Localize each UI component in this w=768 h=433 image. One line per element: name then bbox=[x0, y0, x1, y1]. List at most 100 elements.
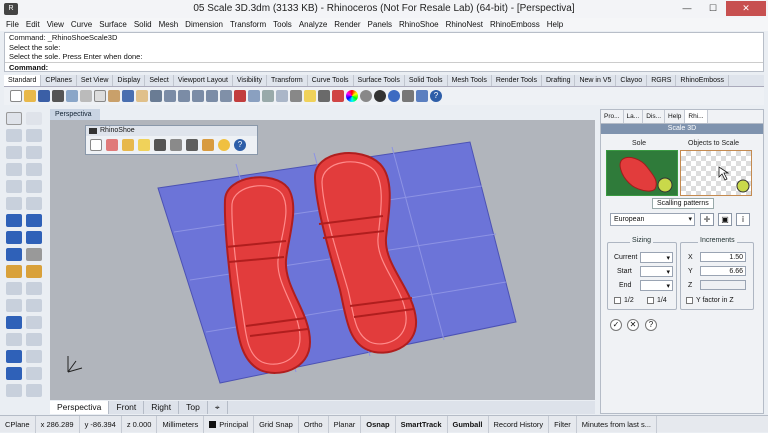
tab-surface-tools[interactable]: Surface Tools bbox=[354, 75, 405, 86]
status-osnap[interactable]: Osnap bbox=[361, 415, 396, 433]
menu-surface[interactable]: Surface bbox=[99, 18, 127, 31]
history-icon[interactable] bbox=[26, 384, 42, 397]
menu-render[interactable]: Render bbox=[334, 18, 360, 31]
rhinoshoe-last-icon[interactable] bbox=[90, 139, 102, 151]
cplane-icon[interactable] bbox=[248, 90, 260, 102]
solid-sphere-icon[interactable] bbox=[26, 231, 42, 244]
ok-check-button[interactable]: ✓ bbox=[610, 319, 622, 331]
import-icon[interactable] bbox=[66, 90, 78, 102]
status-cplane[interactable]: CPlane bbox=[0, 415, 36, 433]
current-size-select[interactable] bbox=[640, 252, 673, 264]
insole-icon[interactable] bbox=[122, 139, 134, 151]
rectangle-icon[interactable] bbox=[26, 163, 42, 176]
zoom-selected-icon[interactable] bbox=[206, 90, 218, 102]
quarter-size-checkbox[interactable] bbox=[647, 297, 654, 304]
half-size-checkbox[interactable] bbox=[614, 297, 621, 304]
scale-3d-icon[interactable] bbox=[218, 139, 230, 151]
tab-top[interactable]: Top bbox=[179, 401, 208, 414]
menu-dimension[interactable]: Dimension bbox=[185, 18, 223, 31]
options-icon[interactable] bbox=[416, 90, 428, 102]
panel-tab-properties[interactable]: Pro... bbox=[601, 110, 624, 123]
menu-file[interactable]: File bbox=[6, 18, 19, 31]
save-pattern-button[interactable]: ▣ bbox=[718, 213, 732, 226]
pattern-icon[interactable] bbox=[170, 139, 182, 151]
properties-icon[interactable] bbox=[332, 90, 344, 102]
status-units[interactable]: Millimeters bbox=[157, 415, 205, 433]
pick-point-button[interactable]: ✛ bbox=[700, 213, 714, 226]
osnap-icon[interactable] bbox=[262, 90, 274, 102]
rhinoshoe-help-icon[interactable]: ? bbox=[234, 139, 246, 151]
grade-icon[interactable] bbox=[186, 139, 198, 151]
close-button[interactable]: ✕ bbox=[726, 1, 766, 16]
tab-rgrs[interactable]: RGRS bbox=[647, 75, 677, 86]
select-icon[interactable] bbox=[276, 90, 288, 102]
freeform-icon[interactable] bbox=[26, 180, 42, 193]
shaded-sphere-icon[interactable] bbox=[360, 90, 372, 102]
array-icon[interactable] bbox=[26, 333, 42, 346]
open-folder-icon[interactable] bbox=[24, 90, 36, 102]
mesh-icon[interactable] bbox=[6, 248, 22, 261]
menu-edit[interactable]: Edit bbox=[26, 18, 40, 31]
y-factor-in-z-checkbox[interactable] bbox=[686, 297, 693, 304]
menu-tools[interactable]: Tools bbox=[273, 18, 292, 31]
status-grid-snap[interactable]: Grid Snap bbox=[254, 415, 299, 433]
polyline-icon[interactable] bbox=[6, 129, 22, 142]
dimension-icon[interactable] bbox=[6, 350, 22, 363]
cancel-x-button[interactable]: ✕ bbox=[627, 319, 639, 331]
status-filter[interactable]: Filter bbox=[549, 415, 577, 433]
split-icon[interactable] bbox=[6, 282, 22, 295]
lock-icon[interactable] bbox=[318, 90, 330, 102]
boolean-icon[interactable] bbox=[26, 248, 42, 261]
copy-object-icon[interactable] bbox=[26, 299, 42, 312]
help-icon[interactable]: ? bbox=[430, 90, 442, 102]
move-icon[interactable] bbox=[6, 299, 22, 312]
mirror-icon[interactable] bbox=[6, 333, 22, 346]
status-record-history[interactable]: Record History bbox=[489, 415, 550, 433]
polygon-icon[interactable] bbox=[6, 180, 22, 193]
panel-tab-rhinoshoe[interactable]: Rhi... bbox=[685, 110, 708, 123]
rhinoshoe-toolbar-title[interactable]: RhinoShoe bbox=[86, 126, 257, 136]
perspective-viewport[interactable] bbox=[50, 120, 595, 400]
panel-help-button[interactable]: ? bbox=[645, 319, 657, 331]
rotate-view-icon[interactable] bbox=[150, 90, 162, 102]
tab-rhinoemboss[interactable]: RhinoEmboss bbox=[676, 75, 729, 86]
add-viewport-tab-button[interactable]: ⌖ bbox=[208, 401, 228, 414]
point-icon[interactable] bbox=[26, 112, 42, 125]
tab-drafting[interactable]: Drafting bbox=[542, 75, 576, 86]
objects-to-scale-preview[interactable] bbox=[680, 150, 752, 196]
tab-render-tools[interactable]: Render Tools bbox=[492, 75, 542, 86]
shoe-last-icon[interactable] bbox=[106, 139, 118, 151]
new-file-icon[interactable] bbox=[10, 90, 22, 102]
tab-cplanes[interactable]: CPlanes bbox=[41, 75, 77, 86]
material-icon[interactable] bbox=[402, 90, 414, 102]
panel-tab-display[interactable]: Dis... bbox=[643, 110, 666, 123]
panel-tab-help[interactable]: Help bbox=[665, 110, 686, 123]
x-increment-input[interactable]: 1.50 bbox=[700, 252, 746, 262]
tab-perspectiva[interactable]: Perspectiva bbox=[50, 401, 110, 414]
command-prompt-input[interactable]: Command: bbox=[5, 61, 763, 73]
tab-visibility[interactable]: Visibility bbox=[233, 75, 268, 86]
tab-transform[interactable]: Transform bbox=[267, 75, 308, 86]
ellipse-icon[interactable] bbox=[6, 163, 22, 176]
menu-view[interactable]: View bbox=[47, 18, 64, 31]
menu-solid[interactable]: Solid bbox=[134, 18, 152, 31]
copy-icon[interactable] bbox=[94, 90, 106, 102]
trim-sole-icon[interactable] bbox=[202, 139, 214, 151]
trim-icon[interactable] bbox=[26, 265, 42, 278]
heel-icon[interactable] bbox=[138, 139, 150, 151]
z-increment-input[interactable] bbox=[700, 280, 746, 290]
info-button[interactable]: ⅰ bbox=[736, 213, 750, 226]
surface-icon[interactable] bbox=[6, 214, 22, 227]
tab-viewport-layout[interactable]: Viewport Layout bbox=[174, 75, 233, 86]
circle-icon[interactable] bbox=[6, 146, 22, 159]
viewport-title-tab[interactable]: Perspectiva bbox=[50, 109, 100, 120]
fillet-icon[interactable] bbox=[26, 197, 42, 210]
arc-icon[interactable] bbox=[26, 146, 42, 159]
tab-select[interactable]: Select bbox=[145, 75, 174, 86]
tab-set-view[interactable]: Set View bbox=[77, 75, 114, 86]
menu-rhinoemboss[interactable]: RhinoEmboss bbox=[490, 18, 540, 31]
light-bulb-icon[interactable] bbox=[304, 90, 316, 102]
viewport-layout-icon[interactable] bbox=[220, 90, 232, 102]
status-planar[interactable]: Planar bbox=[329, 415, 362, 433]
text-icon[interactable] bbox=[26, 350, 42, 363]
